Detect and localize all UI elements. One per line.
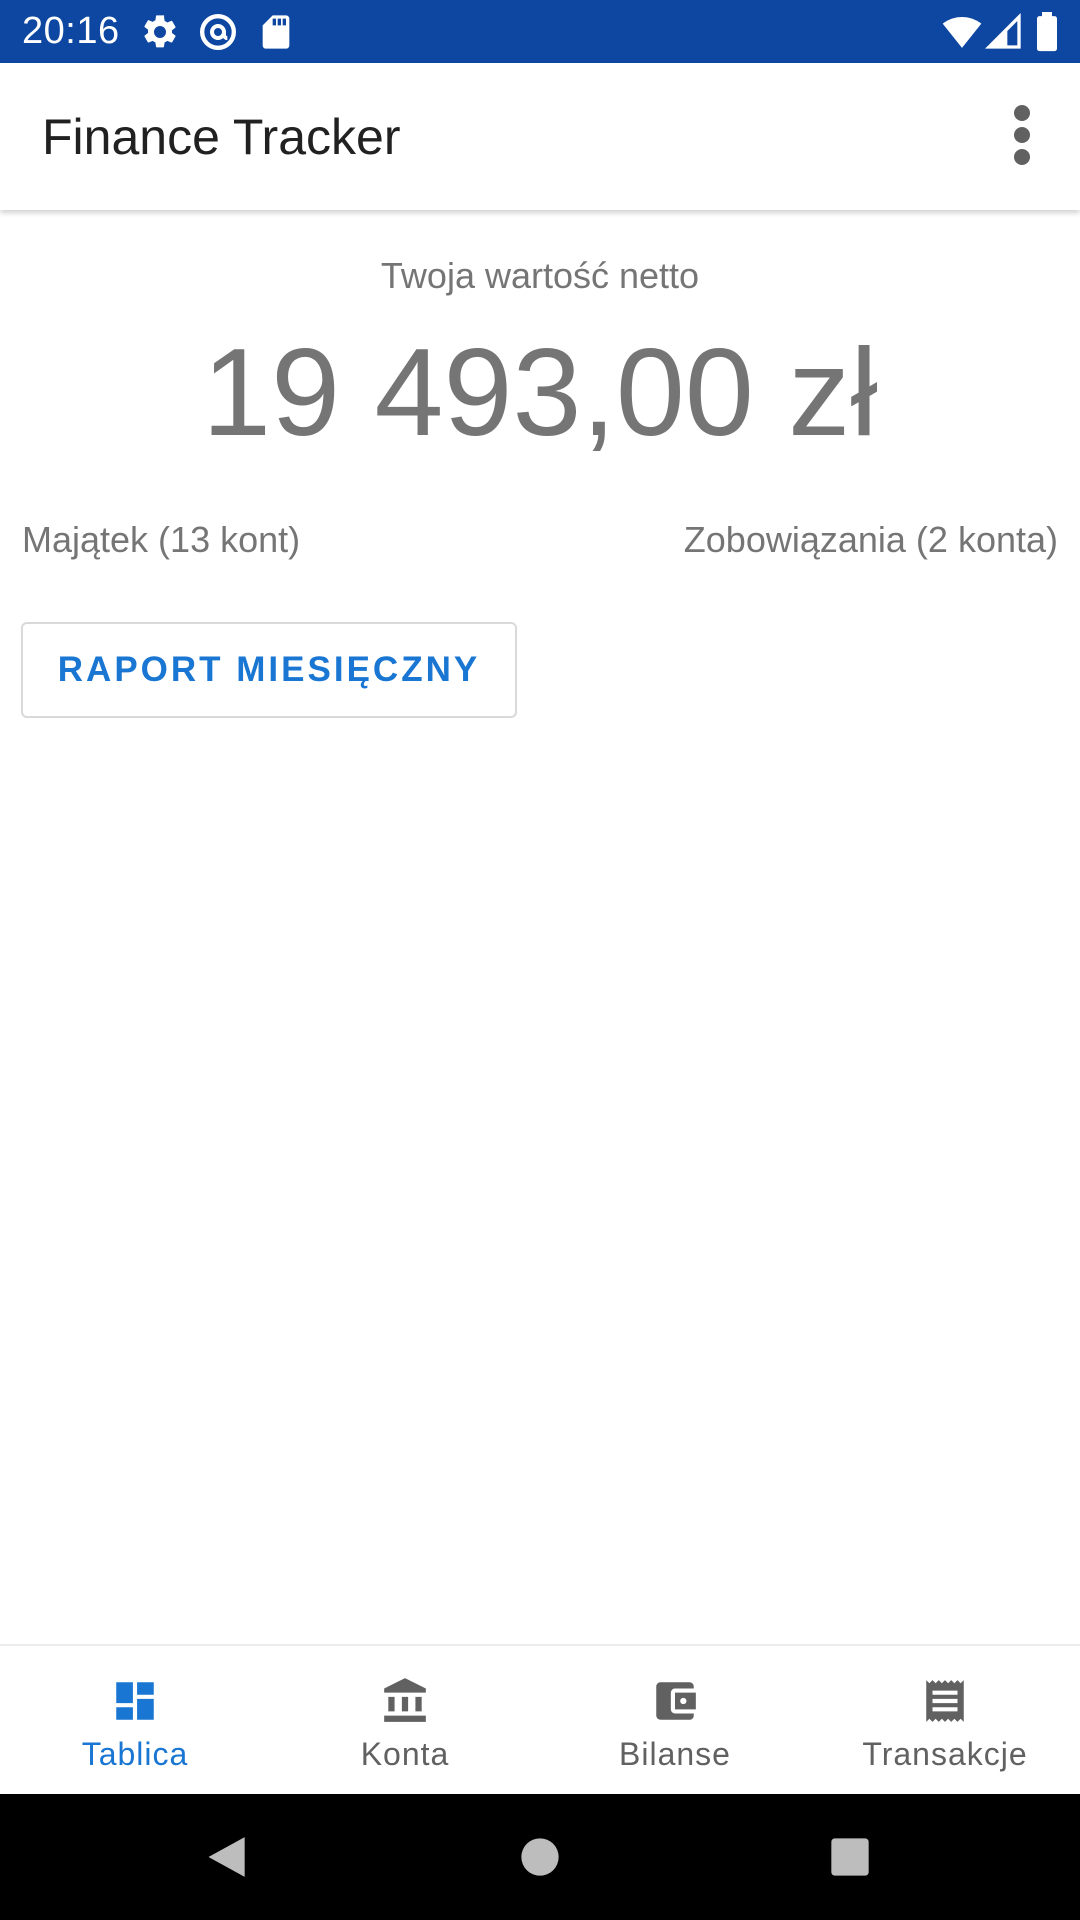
nav-label: Bilanse [619,1736,731,1772]
nav-item-dashboard[interactable]: Tablica [0,1646,270,1794]
battery-icon [1030,12,1064,52]
status-time: 20:16 [22,10,120,52]
system-navigation-bar [0,1794,1080,1920]
monthly-report-button[interactable]: RAPORT MIESIĘCZNY [21,622,517,718]
liabilities-label: Zobowiązania (2 konta) [683,519,1058,560]
wallet-icon [650,1676,700,1726]
bottom-navigation: Tablica Konta Bilanse Transakcje [0,1644,1080,1794]
nav-item-transactions[interactable]: Transakcje [810,1646,1080,1794]
nav-label: Transakcje [862,1736,1028,1772]
nav-item-accounts[interactable]: Konta [270,1646,540,1794]
sd-card-icon [256,12,296,52]
status-bar: 20:16 [0,0,1080,63]
more-vert-icon[interactable] [1000,103,1044,167]
back-icon[interactable] [198,1829,254,1885]
receipt-icon [920,1676,970,1726]
networth-label: Twoja wartość netto [380,255,700,296]
assets-label: Majątek (13 kont) [22,519,301,560]
at-sign-icon [198,12,238,52]
dashboard-icon [110,1676,160,1726]
home-icon[interactable] [512,1829,568,1885]
recents-icon[interactable] [822,1829,878,1885]
gear-icon [140,12,180,52]
nav-item-balances[interactable]: Bilanse [540,1646,810,1794]
nav-label: Konta [360,1736,450,1772]
networth-value: 19 493,00 zł [202,324,878,462]
nav-label: Tablica [81,1736,189,1772]
cell-signal-icon [984,12,1024,52]
bank-icon [380,1676,430,1726]
wifi-icon [942,12,982,52]
app-title: Finance Tracker [42,109,401,165]
app-bar: Finance Tracker [0,63,1080,210]
